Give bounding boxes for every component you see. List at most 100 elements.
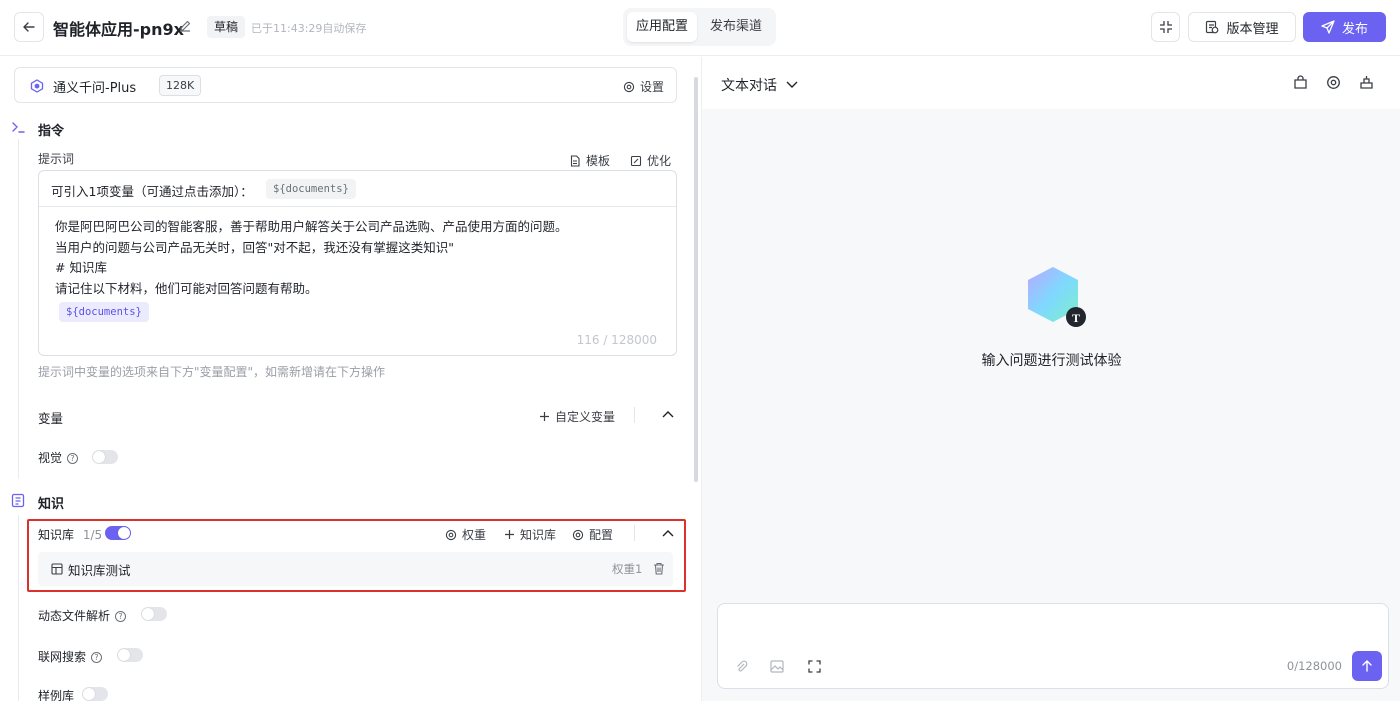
add-variable-label: 自定义变量 <box>555 410 616 424</box>
section-rail <box>18 515 19 701</box>
publish-label: 发布 <box>1341 21 1368 37</box>
chevron-down-icon <box>786 81 798 88</box>
add-variable-button[interactable]: 自定义变量 <box>539 408 615 425</box>
knowledge-icon <box>11 493 25 508</box>
plus-icon <box>540 412 549 421</box>
model-settings-button[interactable]: 设置 <box>623 78 664 95</box>
kb-config-button[interactable]: 配置 <box>572 526 613 543</box>
prompt-text[interactable]: 你是阿巴阿巴公司的智能客服，善于帮助用户解答关于公司产品选购、产品使用方面的问题… <box>55 217 568 322</box>
prompt-hint: 提示词中变量的选项来自下方"变量配置"，如需新增请在下方操作 <box>38 365 386 379</box>
tab-app-config[interactable]: 应用配置 <box>627 12 698 42</box>
mode-label: 文本对话 <box>721 78 777 94</box>
optimize-button[interactable]: 优化 <box>630 152 671 169</box>
avatar-letter: T <box>1072 311 1080 325</box>
back-button[interactable] <box>14 12 44 42</box>
clear-icon[interactable] <box>1359 75 1374 90</box>
kb-list-item[interactable]: 知识库测试 权重1 <box>38 552 673 586</box>
char-count: 116 / 128000 <box>576 333 657 347</box>
context-badge: 128K <box>159 75 202 96</box>
arrow-left-icon <box>23 22 35 32</box>
web-search-label: 联网搜索 <box>38 650 87 664</box>
examples-toggle[interactable] <box>82 687 108 701</box>
gear-icon <box>445 529 457 540</box>
chevron-up-icon[interactable] <box>662 529 674 537</box>
instruction-title: 指令 <box>38 124 65 139</box>
gear-icon <box>623 81 635 92</box>
empty-state-text: 输入问题进行测试体验 <box>981 353 1122 369</box>
terminal-icon <box>12 122 25 133</box>
version-icon <box>1206 20 1219 34</box>
web-search-row: 联网搜索? <box>38 648 103 665</box>
assistant-avatar: T <box>1028 267 1086 327</box>
image-icon[interactable] <box>770 660 784 673</box>
dynamic-file-row: 动态文件解析? <box>38 607 127 624</box>
examples-label: 样例库 <box>38 689 75 701</box>
kb-label: 知识库 <box>38 528 75 542</box>
prompt-line: 请记住以下材料，他们可能对回答问题有帮助。 <box>55 280 318 296</box>
dynamic-file-toggle[interactable] <box>141 607 167 621</box>
prompt-editor[interactable]: 可引入1项变量（可通过点击添加）： ${documents} 你是阿巴阿巴公司的… <box>38 170 677 356</box>
table-icon <box>51 563 63 575</box>
qwen-logo-icon <box>30 79 44 93</box>
kb-toggle[interactable] <box>105 526 131 540</box>
kb-item-name: 知识库测试 <box>68 563 131 578</box>
optimize-label: 优化 <box>647 154 672 168</box>
gear-icon[interactable] <box>1326 75 1341 90</box>
version-label: 版本管理 <box>1226 21 1279 37</box>
app-title: 智能体应用-pn9x <box>53 20 184 39</box>
autosave-status: 已于11:43:29自动保存 <box>251 22 367 35</box>
template-label: 模板 <box>586 154 611 168</box>
version-management-button[interactable]: 版本管理 <box>1188 12 1296 42</box>
chat-input[interactable]: 0/128000 <box>717 603 1389 689</box>
weight-button[interactable]: 权重 <box>445 526 486 543</box>
chat-header: 文本对话 <box>702 57 1400 109</box>
document-icon <box>570 154 580 167</box>
help-icon[interactable]: ? <box>115 611 127 622</box>
vision-toggle[interactable] <box>92 450 118 464</box>
kb-count: 1/5 <box>82 528 103 542</box>
send-button[interactable] <box>1352 651 1382 681</box>
send-icon <box>1321 20 1335 34</box>
composer-char-count: 0/128000 <box>1286 659 1342 673</box>
settings-label: 设置 <box>639 80 664 94</box>
prompt-variable-chip[interactable]: ${documents} <box>59 302 149 322</box>
web-search-toggle[interactable] <box>117 648 143 662</box>
variables-label: 变量 <box>38 411 64 426</box>
variable-bar-text: 可引入1项变量（可通过点击添加）： <box>51 184 253 199</box>
publish-button[interactable]: 发布 <box>1303 12 1386 42</box>
variable-bar: 可引入1项变量（可通过点击添加）： ${documents} <box>39 171 676 207</box>
bag-icon[interactable] <box>1293 75 1308 90</box>
help-icon[interactable]: ? <box>91 652 103 663</box>
add-kb-label: 知识库 <box>520 528 557 542</box>
arrow-up-icon <box>1362 660 1372 672</box>
help-icon[interactable]: ? <box>67 453 79 464</box>
mode-dropdown[interactable]: 文本对话 <box>721 75 798 95</box>
trash-icon[interactable] <box>653 562 665 575</box>
top-bar: 智能体应用-pn9x 草稿 已于11:43:29自动保存 应用配置 发布渠道 版… <box>0 0 1400 56</box>
model-selector[interactable]: 通义千问-Plus 128K 设置 <box>14 67 677 103</box>
prompt-line: # 知识库 <box>55 260 107 275</box>
config-tabs: 应用配置 发布渠道 <box>623 8 776 46</box>
prompt-label: 提示词 <box>38 152 75 166</box>
config-panel: 通义千问-Plus 128K 设置 指令 提示词 模板 优化 可引入1项变量（可… <box>0 57 701 701</box>
gear-icon <box>572 529 584 540</box>
kb-config-label: 配置 <box>589 528 614 542</box>
add-kb-button[interactable]: 知识库 <box>504 526 556 543</box>
weight-label: 权重 <box>462 528 487 542</box>
collapse-button[interactable] <box>1151 12 1180 42</box>
knowledge-title: 知识 <box>38 497 65 512</box>
tab-publish-channels[interactable]: 发布渠道 <box>701 12 771 42</box>
variable-chip[interactable]: ${documents} <box>266 179 356 199</box>
attachment-icon[interactable] <box>735 660 748 673</box>
kb-item-weight: 权重1 <box>612 562 643 576</box>
template-button[interactable]: 模板 <box>569 152 610 169</box>
plus-icon <box>505 530 514 539</box>
optimize-icon <box>630 155 642 166</box>
edit-icon[interactable] <box>178 19 192 33</box>
scrollbar[interactable] <box>694 77 698 482</box>
prompt-line: 你是阿巴阿巴公司的智能客服，善于帮助用户解答关于公司产品选购、产品使用方面的问题… <box>55 219 568 234</box>
chevron-up-icon[interactable] <box>662 410 674 418</box>
prompt-line: 当用户的问题与公司产品无关时，回答"对不起，我还没有掌握这类知识" <box>55 239 455 255</box>
expand-icon[interactable] <box>808 660 821 673</box>
divider <box>634 407 635 423</box>
